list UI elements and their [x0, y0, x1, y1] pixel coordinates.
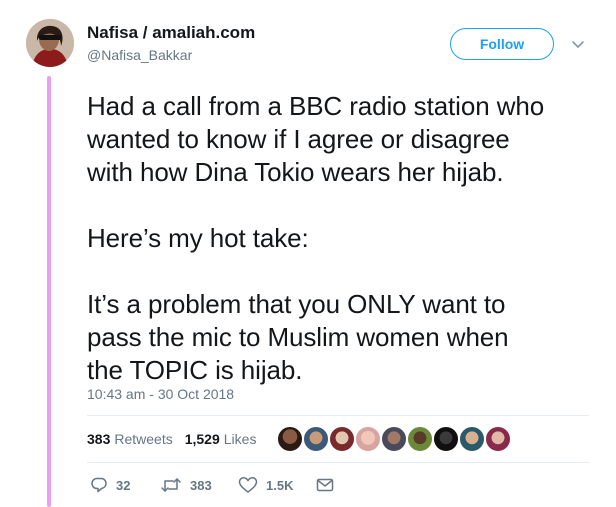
dm-button[interactable] — [316, 477, 342, 493]
heart-icon — [238, 477, 258, 493]
divider — [87, 462, 589, 463]
author-handle[interactable]: @Nafisa_Bakkar — [87, 47, 192, 63]
likes-stat[interactable]: 1,529 Likes — [185, 431, 257, 447]
tweet-timestamp[interactable]: 10:43 am - 30 Oct 2018 — [87, 386, 234, 402]
author-name[interactable]: Nafisa / amaliah.com — [87, 23, 255, 43]
liker-avatar[interactable] — [459, 426, 485, 452]
tweet-text-line: with how Dina Tokio wears her hijab. — [87, 157, 504, 187]
thread-line — [47, 76, 51, 507]
tweet-text-line: Here’s my hot take: — [87, 223, 309, 253]
liker-avatar[interactable] — [329, 426, 355, 452]
likers-avatars — [277, 426, 511, 452]
divider — [87, 415, 589, 416]
retweets-stat[interactable]: 383 Retweets — [87, 431, 173, 447]
retweet-count: 383 — [190, 477, 212, 493]
envelope-icon — [316, 478, 334, 492]
reply-count: 32 — [116, 477, 131, 493]
reply-icon — [91, 477, 107, 493]
tweet-stats: 383 Retweets 1,529 Likes — [87, 431, 256, 447]
like-count: 1.5K — [266, 477, 294, 493]
liker-avatar[interactable] — [433, 426, 459, 452]
retweets-label: Retweets — [114, 431, 173, 447]
tweet-card: Nafisa / amaliah.com @Nafisa_Bakkar Foll… — [0, 0, 616, 507]
likes-label: Likes — [223, 431, 257, 447]
tweet-text-line: Had a call from a BBC radio station who — [87, 91, 545, 121]
retweet-icon — [161, 478, 181, 492]
liker-avatar[interactable] — [407, 426, 433, 452]
liker-avatar[interactable] — [355, 426, 381, 452]
tweet-text-line: the TOPIC is hijab. — [87, 355, 303, 385]
retweet-button[interactable]: 383 — [160, 476, 238, 494]
reply-button[interactable]: 32 — [90, 476, 160, 494]
liker-avatar[interactable] — [381, 426, 407, 452]
like-button[interactable]: 1.5K — [238, 476, 316, 494]
liker-avatar[interactable] — [303, 426, 329, 452]
tweet-actions: 32 383 1.5K — [90, 476, 342, 494]
follow-button[interactable]: Follow — [450, 28, 554, 60]
avatar[interactable] — [26, 19, 74, 67]
likes-count: 1,529 — [184, 431, 220, 447]
tweet-text-line: pass the mic to Muslim women when — [87, 322, 509, 352]
chevron-down-icon[interactable] — [570, 36, 586, 52]
tweet-text-line: wanted to know if I agree or disagree — [87, 124, 510, 154]
retweets-count: 383 — [87, 431, 111, 447]
liker-avatar[interactable] — [277, 426, 303, 452]
liker-avatar[interactable] — [485, 426, 511, 452]
tweet-text: Had a call from a BBC radio station who … — [87, 90, 602, 387]
tweet-text-line: It’s a problem that you ONLY want to — [87, 289, 506, 319]
